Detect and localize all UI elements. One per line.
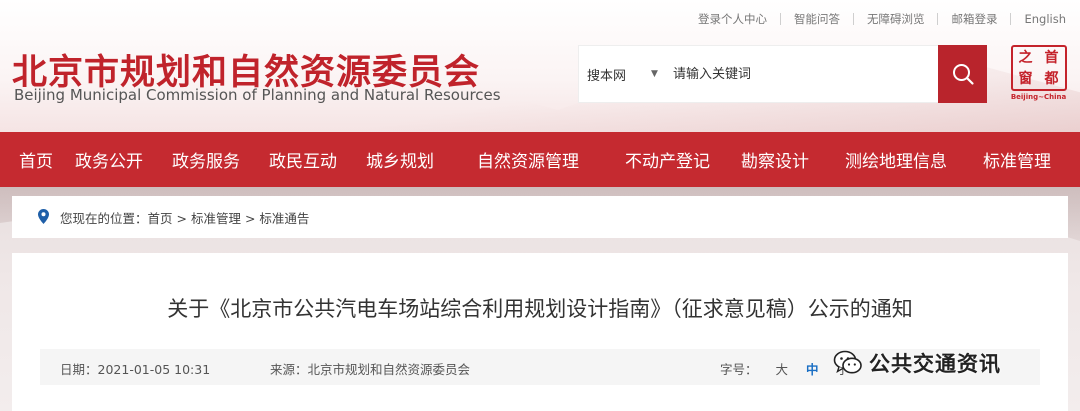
breadcrumb-home[interactable]: 首页 [148, 211, 173, 226]
breadcrumb-sep: > [172, 210, 191, 226]
top-link-english[interactable]: English [1024, 12, 1066, 26]
search-icon [952, 64, 974, 85]
breadcrumb: 您现在的位置：首页 > 标准管理 > 标准通告 [12, 196, 1068, 238]
search-scope-select[interactable]: 搜本网 [579, 65, 659, 84]
nav-item-interaction[interactable]: 政民互动 [269, 132, 337, 187]
search-button[interactable] [938, 45, 987, 103]
seal-caption: Beijing~China [1010, 93, 1067, 101]
nav-item-standards[interactable]: 标准管理 [983, 132, 1051, 187]
nav-item-geo-info[interactable]: 测绘地理信息 [845, 132, 947, 187]
divider [852, 13, 854, 25]
top-link-accessibility[interactable]: 无障碍浏览 [867, 11, 925, 27]
article-title: 关于《北京市公共汽电车场站综合利用规划设计指南》（征求意见稿）公示的通知 [167, 297, 913, 321]
divider [779, 13, 781, 25]
nav-item-natural-resources[interactable]: 自然资源管理 [477, 132, 579, 187]
capital-window-seal-logo[interactable]: 之 首 窗 都 Beijing~China [1007, 45, 1070, 103]
source-value: 北京市规划和自然资源委员会 [307, 362, 471, 377]
nav-item-real-estate[interactable]: 不动产登记 [625, 132, 710, 187]
seal-char: 首 [1044, 49, 1059, 66]
top-links: 登录个人中心 智能问答 无障碍浏览 邮箱登录 English [698, 10, 1066, 28]
article-source: 来源：北京市规划和自然资源委员会 [270, 359, 470, 378]
watermark-text: 公共交通资讯 [869, 352, 1001, 376]
main-nav: 首页 政务公开 政务服务 政民互动 城乡规划 自然资源管理 不动产登记 勘察设计… [0, 132, 1080, 187]
top-link-qa[interactable]: 智能问答 [794, 11, 840, 27]
date-label: 日期： [60, 362, 98, 377]
header: 登录个人中心 智能问答 无障碍浏览 邮箱登录 English 北京市规划和自然资… [0, 0, 1080, 132]
divider [1010, 13, 1012, 25]
seal-char: 都 [1044, 70, 1059, 87]
nav-item-urban-planning[interactable]: 城乡规划 [366, 132, 434, 187]
search-box: 搜本网 ▼ [578, 45, 987, 103]
seal-box: 之 首 窗 都 [1010, 45, 1067, 91]
date-value: 2021-01-05 10:31 [97, 362, 211, 377]
nav-item-gov-affairs[interactable]: 政务公开 [75, 132, 143, 187]
breadcrumb-prefix: 您现在的位置： [60, 210, 148, 226]
watermark: 公共交通资讯 [833, 345, 1001, 381]
breadcrumb-text: 您现在的位置：首页 > 标准管理 > 标准通告 [60, 208, 309, 227]
nav-item-home[interactable]: 首页 [19, 132, 53, 187]
caret-down-icon[interactable]: ▼ [651, 69, 669, 79]
font-size-label: 字号： [720, 362, 758, 377]
font-size-medium[interactable]: 中 [806, 362, 819, 377]
seal-char: 窗 [1018, 70, 1033, 87]
divider [937, 13, 939, 25]
source-label: 来源： [270, 362, 308, 377]
article-date: 日期：2021-01-05 10:31 [60, 359, 210, 378]
breadcrumb-notices[interactable]: 标准通告 [259, 211, 309, 226]
article-panel: 关于《北京市公共汽电车场站综合利用规划设计指南》（征求意见稿）公示的通知 日期：… [12, 253, 1068, 411]
breadcrumb-sep: > [240, 210, 260, 226]
font-size-large[interactable]: 大 [776, 362, 789, 377]
seal-char: 之 [1018, 49, 1033, 66]
top-link-mail[interactable]: 邮箱登录 [951, 11, 997, 27]
top-link-login[interactable]: 登录个人中心 [698, 11, 767, 27]
nav-item-survey-design[interactable]: 勘察设计 [741, 132, 809, 187]
breadcrumb-standards[interactable]: 标准管理 [191, 211, 241, 226]
nav-item-gov-services[interactable]: 政务服务 [172, 132, 240, 187]
wechat-icon [833, 350, 862, 374]
site-title-en: Beijing Municipal Commission of Planning… [14, 86, 501, 104]
font-size-switcher: 字号： 大 中 小 [720, 359, 849, 378]
location-pin-icon [38, 209, 49, 224]
